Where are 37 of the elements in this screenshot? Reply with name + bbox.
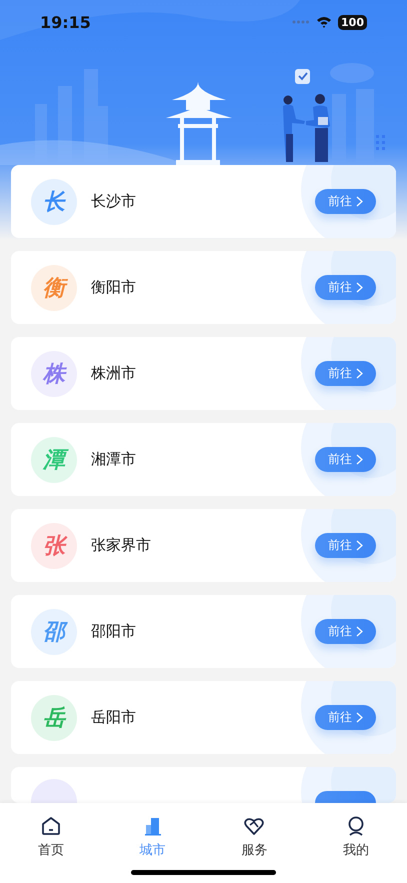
chevron-right-icon	[356, 368, 363, 379]
chevron-right-icon	[356, 282, 363, 293]
chevron-right-icon	[356, 196, 363, 207]
go-button[interactable]: 前往	[315, 361, 376, 386]
status-time: 19:15	[40, 12, 91, 32]
chevron-right-icon	[356, 712, 363, 723]
chevron-right-icon	[356, 626, 363, 637]
tab-item[interactable]: 首页	[0, 803, 102, 883]
city-initial-label: 张	[43, 530, 65, 560]
city-initial-badge	[31, 779, 77, 803]
wifi-icon	[316, 16, 332, 28]
go-button[interactable]	[315, 791, 376, 803]
city-initial-label: 岳	[43, 704, 65, 732]
go-button[interactable]: 前往	[315, 619, 376, 644]
city-name: 张家界市	[91, 536, 152, 555]
heart-handshake-icon	[243, 815, 266, 837]
tab-item[interactable]: 服务	[204, 803, 306, 883]
tab-item[interactable]: 城市	[102, 803, 204, 883]
city-name: 衡阳市	[91, 278, 137, 297]
go-button[interactable]: 前往	[315, 189, 376, 214]
city-name: 长沙市	[91, 192, 137, 211]
city-name: 株洲市	[91, 364, 137, 383]
city-initial-label: 株	[43, 360, 65, 388]
city-initial-label: 长	[43, 188, 65, 216]
go-button[interactable]: 前往	[315, 533, 376, 558]
battery-level: 100	[338, 14, 367, 30]
city-name: 湘潭市	[91, 450, 137, 469]
go-button[interactable]: 前往	[315, 275, 376, 300]
go-button[interactable]: 前往	[315, 705, 376, 730]
city-name: 邵阳市	[91, 622, 137, 641]
go-button[interactable]: 前往	[315, 447, 376, 472]
home-icon	[40, 815, 62, 837]
signal-icon	[292, 20, 310, 24]
city-name: 岳阳市	[91, 708, 137, 727]
tab-item[interactable]: 我的	[305, 803, 407, 883]
chevron-right-icon	[356, 540, 363, 551]
chevron-right-icon	[356, 454, 363, 465]
